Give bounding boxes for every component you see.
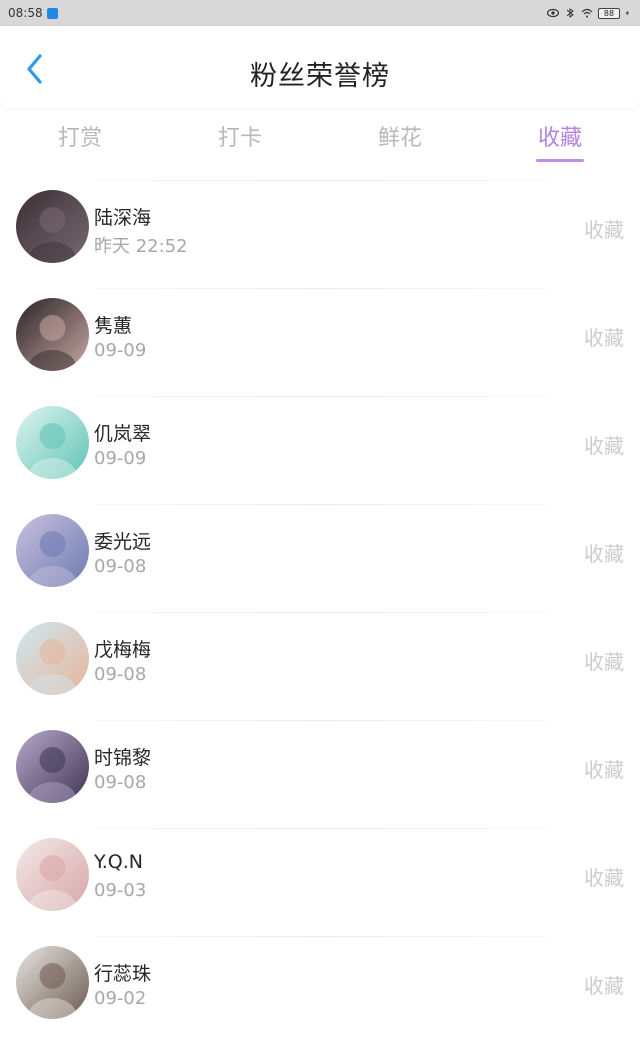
page-title: 粉丝荣誉榜 bbox=[250, 61, 390, 92]
avatar-image bbox=[16, 406, 89, 479]
favorite-label: 收藏 bbox=[584, 218, 624, 242]
fan-name: 行蕊珠 bbox=[94, 963, 152, 985]
avatar[interactable] bbox=[16, 838, 89, 911]
fan-name: 陆深海 bbox=[94, 207, 152, 229]
fan-date: 09-08 bbox=[94, 772, 147, 793]
avatar-image bbox=[16, 838, 89, 911]
avatar[interactable] bbox=[16, 730, 89, 803]
tab-label: 鲜花 bbox=[377, 126, 422, 151]
favorite-label: 收藏 bbox=[584, 758, 624, 782]
list-item[interactable]: 仉岚翠 09-09 收藏 bbox=[0, 397, 640, 504]
avatar-image bbox=[16, 190, 89, 263]
battery-icon: 88 bbox=[598, 7, 620, 19]
fan-date: 09-09 bbox=[94, 340, 147, 361]
fan-list: 陆深海 昨天 22:52 收藏 隽蕙 09-09 收藏 仉岚翠 09-09 收藏 委光远 09-08… bbox=[0, 180, 640, 1044]
avatar-image bbox=[16, 946, 89, 1019]
tab-reward[interactable]: 打赏 bbox=[0, 110, 160, 166]
favorite-label: 收藏 bbox=[584, 326, 624, 350]
fan-name: 时锦黎 bbox=[94, 747, 152, 769]
status-icons: 88 bbox=[547, 7, 632, 19]
notification-app-icon bbox=[46, 7, 58, 19]
avatar-image bbox=[16, 730, 89, 803]
charging-icon bbox=[625, 10, 630, 16]
avatar-image bbox=[16, 514, 89, 587]
fan-name: 戊梅梅 bbox=[94, 639, 152, 661]
avatar-image bbox=[16, 622, 89, 695]
avatar[interactable] bbox=[16, 298, 89, 371]
status-time: 08:58 bbox=[8, 6, 43, 20]
fan-date: 09-08 bbox=[94, 664, 147, 685]
fan-name: Y.Q.N bbox=[94, 851, 144, 873]
avatar[interactable] bbox=[16, 406, 89, 479]
fan-name: 隽蕙 bbox=[94, 315, 133, 337]
list-item[interactable]: 隽蕙 09-09 收藏 bbox=[0, 289, 640, 396]
list-item[interactable]: 行蕊珠 09-02 收藏 bbox=[0, 937, 640, 1044]
eye-icon bbox=[547, 8, 559, 18]
list-item[interactable]: 委光远 09-08 收藏 bbox=[0, 505, 640, 612]
fan-date: 昨天 22:52 bbox=[94, 236, 188, 257]
favorite-label: 收藏 bbox=[584, 866, 624, 890]
fan-date: 09-03 bbox=[94, 880, 147, 901]
tab-label: 收藏 bbox=[537, 126, 582, 151]
fan-name: 委光远 bbox=[94, 531, 152, 553]
fan-date: 09-02 bbox=[94, 988, 147, 1009]
favorite-label: 收藏 bbox=[584, 974, 624, 998]
tab-flowers[interactable]: 鲜花 bbox=[320, 110, 480, 166]
avatar[interactable] bbox=[16, 946, 89, 1019]
avatar[interactable] bbox=[16, 514, 89, 587]
active-tab-indicator bbox=[536, 159, 584, 162]
tab-favorites[interactable]: 收藏 bbox=[480, 110, 640, 166]
tab-bar: 打赏 打卡 鲜花 收藏 bbox=[0, 110, 640, 166]
favorite-label: 收藏 bbox=[584, 650, 624, 674]
list-item[interactable]: Y.Q.N 09-03 收藏 bbox=[0, 829, 640, 936]
avatar-image bbox=[16, 298, 89, 371]
fan-name: 仉岚翠 bbox=[94, 423, 152, 445]
favorite-label: 收藏 bbox=[584, 542, 624, 566]
avatar[interactable] bbox=[16, 190, 89, 263]
tab-label: 打赏 bbox=[57, 126, 102, 151]
list-item[interactable]: 时锦黎 09-08 收藏 bbox=[0, 721, 640, 828]
avatar[interactable] bbox=[16, 622, 89, 695]
status-bar: 08:58 88 bbox=[0, 0, 640, 26]
app-header: 粉丝荣誉榜 bbox=[0, 26, 640, 108]
wifi-icon bbox=[581, 8, 593, 18]
bluetooth-icon bbox=[566, 8, 574, 18]
fan-date: 09-09 bbox=[94, 448, 147, 469]
favorite-label: 收藏 bbox=[584, 434, 624, 458]
fan-date: 09-08 bbox=[94, 556, 147, 577]
list-item[interactable]: 戊梅梅 09-08 收藏 bbox=[0, 613, 640, 720]
list-item[interactable]: 陆深海昨天 22:52 收藏 bbox=[0, 181, 640, 288]
tab-checkin[interactable]: 打卡 bbox=[160, 110, 320, 166]
tab-label: 打卡 bbox=[217, 126, 262, 151]
